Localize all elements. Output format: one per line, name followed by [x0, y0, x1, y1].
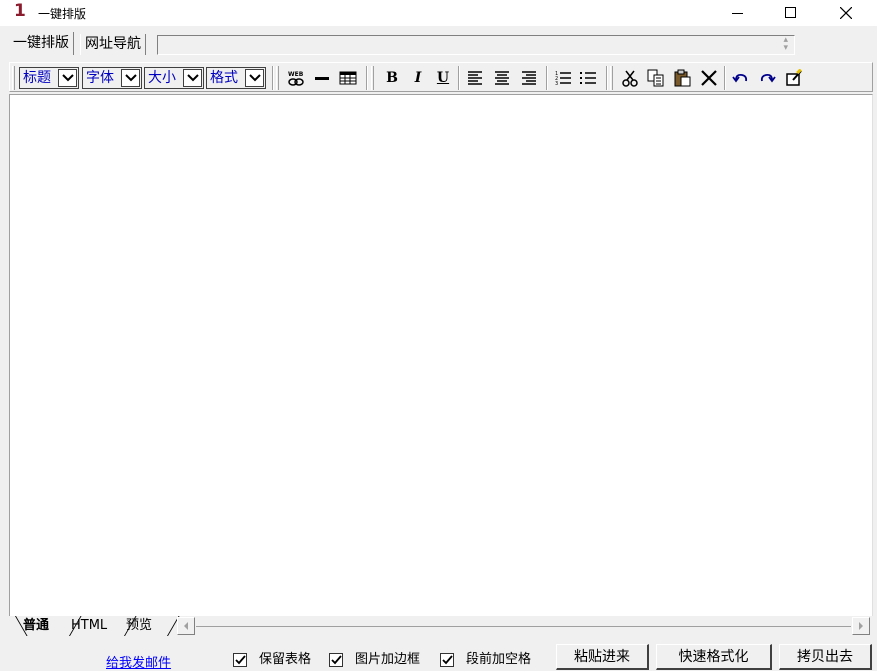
toolbar-grip[interactable] [610, 66, 613, 90]
image-border-label: 图片加边框 [355, 652, 421, 667]
tab-url-navigation[interactable]: 网址导航 [80, 34, 146, 55]
paragraph-indent-label: 段前加空格 [466, 652, 532, 667]
toolbar-separator [366, 66, 368, 90]
quick-format-button[interactable]: 快速格式化 [656, 644, 772, 670]
app-icon: 1 [14, 1, 26, 21]
scroll-right-button[interactable] [852, 617, 870, 635]
toolbar-grip[interactable] [276, 66, 279, 90]
tab-normal[interactable]: 普通 [23, 616, 49, 635]
keep-table-label: 保留表格 [259, 652, 312, 667]
close-button[interactable] [823, 0, 869, 26]
underline-icon[interactable]: U [432, 67, 454, 89]
toolbar-separator [546, 66, 548, 90]
email-me-link[interactable]: 给我发邮件 [106, 652, 171, 671]
paragraph-indent-checkbox[interactable] [440, 653, 454, 667]
checkmark-icon [234, 655, 246, 665]
image-border-checkbox[interactable] [329, 653, 343, 667]
font-select-label: 字体 [86, 70, 114, 86]
checkmark-icon [330, 655, 342, 665]
chevron-down-icon [245, 69, 264, 87]
paste-in-button[interactable]: 粘贴进来 [556, 644, 649, 670]
toolbar-separator [458, 66, 460, 90]
keep-table-checkbox[interactable] [233, 653, 247, 667]
scroll-left-button[interactable] [177, 617, 195, 635]
delete-icon[interactable] [698, 67, 720, 89]
chevron-down-icon [121, 69, 140, 87]
redo-icon[interactable] [756, 67, 778, 89]
tab-scroll-track [196, 626, 851, 627]
toolbar-grip[interactable] [12, 66, 15, 90]
tab-preview[interactable]: 预览 [126, 616, 152, 635]
maximize-button[interactable] [768, 0, 814, 26]
main-window: 1 一键排版 一键排版 网址导航 ▴ ▾ 标题 字体 大小 格式 WEB B I… [0, 0, 877, 671]
svg-text:3: 3 [555, 81, 558, 87]
format-select-label: 格式 [210, 70, 238, 86]
copy-out-button[interactable]: 拷贝出去 [779, 644, 872, 670]
tab-html[interactable]: HTML [71, 616, 107, 635]
undo-icon[interactable] [730, 67, 752, 89]
numbered-list-icon[interactable]: 123 [552, 67, 574, 89]
toolbar-separator [606, 66, 608, 90]
web-link-icon[interactable]: WEB [285, 67, 307, 89]
maximize-icon [785, 7, 796, 18]
align-center-icon[interactable] [491, 67, 513, 89]
address-input[interactable]: ▴ ▾ [157, 35, 795, 55]
bullet-list-icon[interactable] [577, 67, 599, 89]
format-select[interactable]: 格式 [206, 67, 266, 89]
minimize-button[interactable] [715, 0, 761, 26]
svg-text:WEB: WEB [288, 71, 304, 78]
font-select[interactable]: 字体 [82, 67, 142, 89]
table-icon[interactable] [337, 67, 359, 89]
minimize-icon [732, 13, 743, 14]
title-bar: 1 一键排版 [0, 0, 877, 26]
paste-icon[interactable] [671, 67, 693, 89]
heading-select[interactable]: 标题 [19, 67, 79, 89]
toolbar-separator [272, 66, 274, 90]
size-select[interactable]: 大小 [144, 67, 204, 89]
toolbar-separator [724, 66, 726, 90]
chevron-down-icon [58, 69, 77, 87]
toolbar-grip[interactable] [371, 66, 374, 90]
address-spin-icon[interactable]: ▴ ▾ [783, 36, 788, 53]
cut-icon[interactable] [619, 67, 641, 89]
scroll-right-icon [859, 622, 863, 630]
italic-icon[interactable]: I [407, 67, 429, 89]
align-left-icon[interactable] [464, 67, 486, 89]
copy-icon[interactable] [645, 67, 667, 89]
scroll-left-icon [184, 622, 188, 630]
rich-text-editor[interactable] [9, 94, 873, 616]
checkmark-icon [441, 655, 453, 665]
edit-note-icon[interactable] [783, 67, 805, 89]
window-title: 一键排版 [38, 7, 87, 21]
view-mode-tabs: 普通 HTML 预览 [9, 616, 873, 636]
editor-toolbar: 标题 字体 大小 格式 WEB B I U 1 2 3 [9, 62, 873, 92]
size-select-label: 大小 [148, 70, 176, 86]
tab-yijian-paiban[interactable]: 一键排版 [9, 32, 74, 55]
chevron-down-icon [183, 69, 202, 87]
close-icon [840, 7, 852, 19]
heading-select-label: 标题 [23, 70, 51, 86]
bold-icon[interactable]: B [381, 67, 403, 89]
horizontal-rule-icon[interactable] [311, 67, 333, 89]
align-right-icon[interactable] [518, 67, 540, 89]
